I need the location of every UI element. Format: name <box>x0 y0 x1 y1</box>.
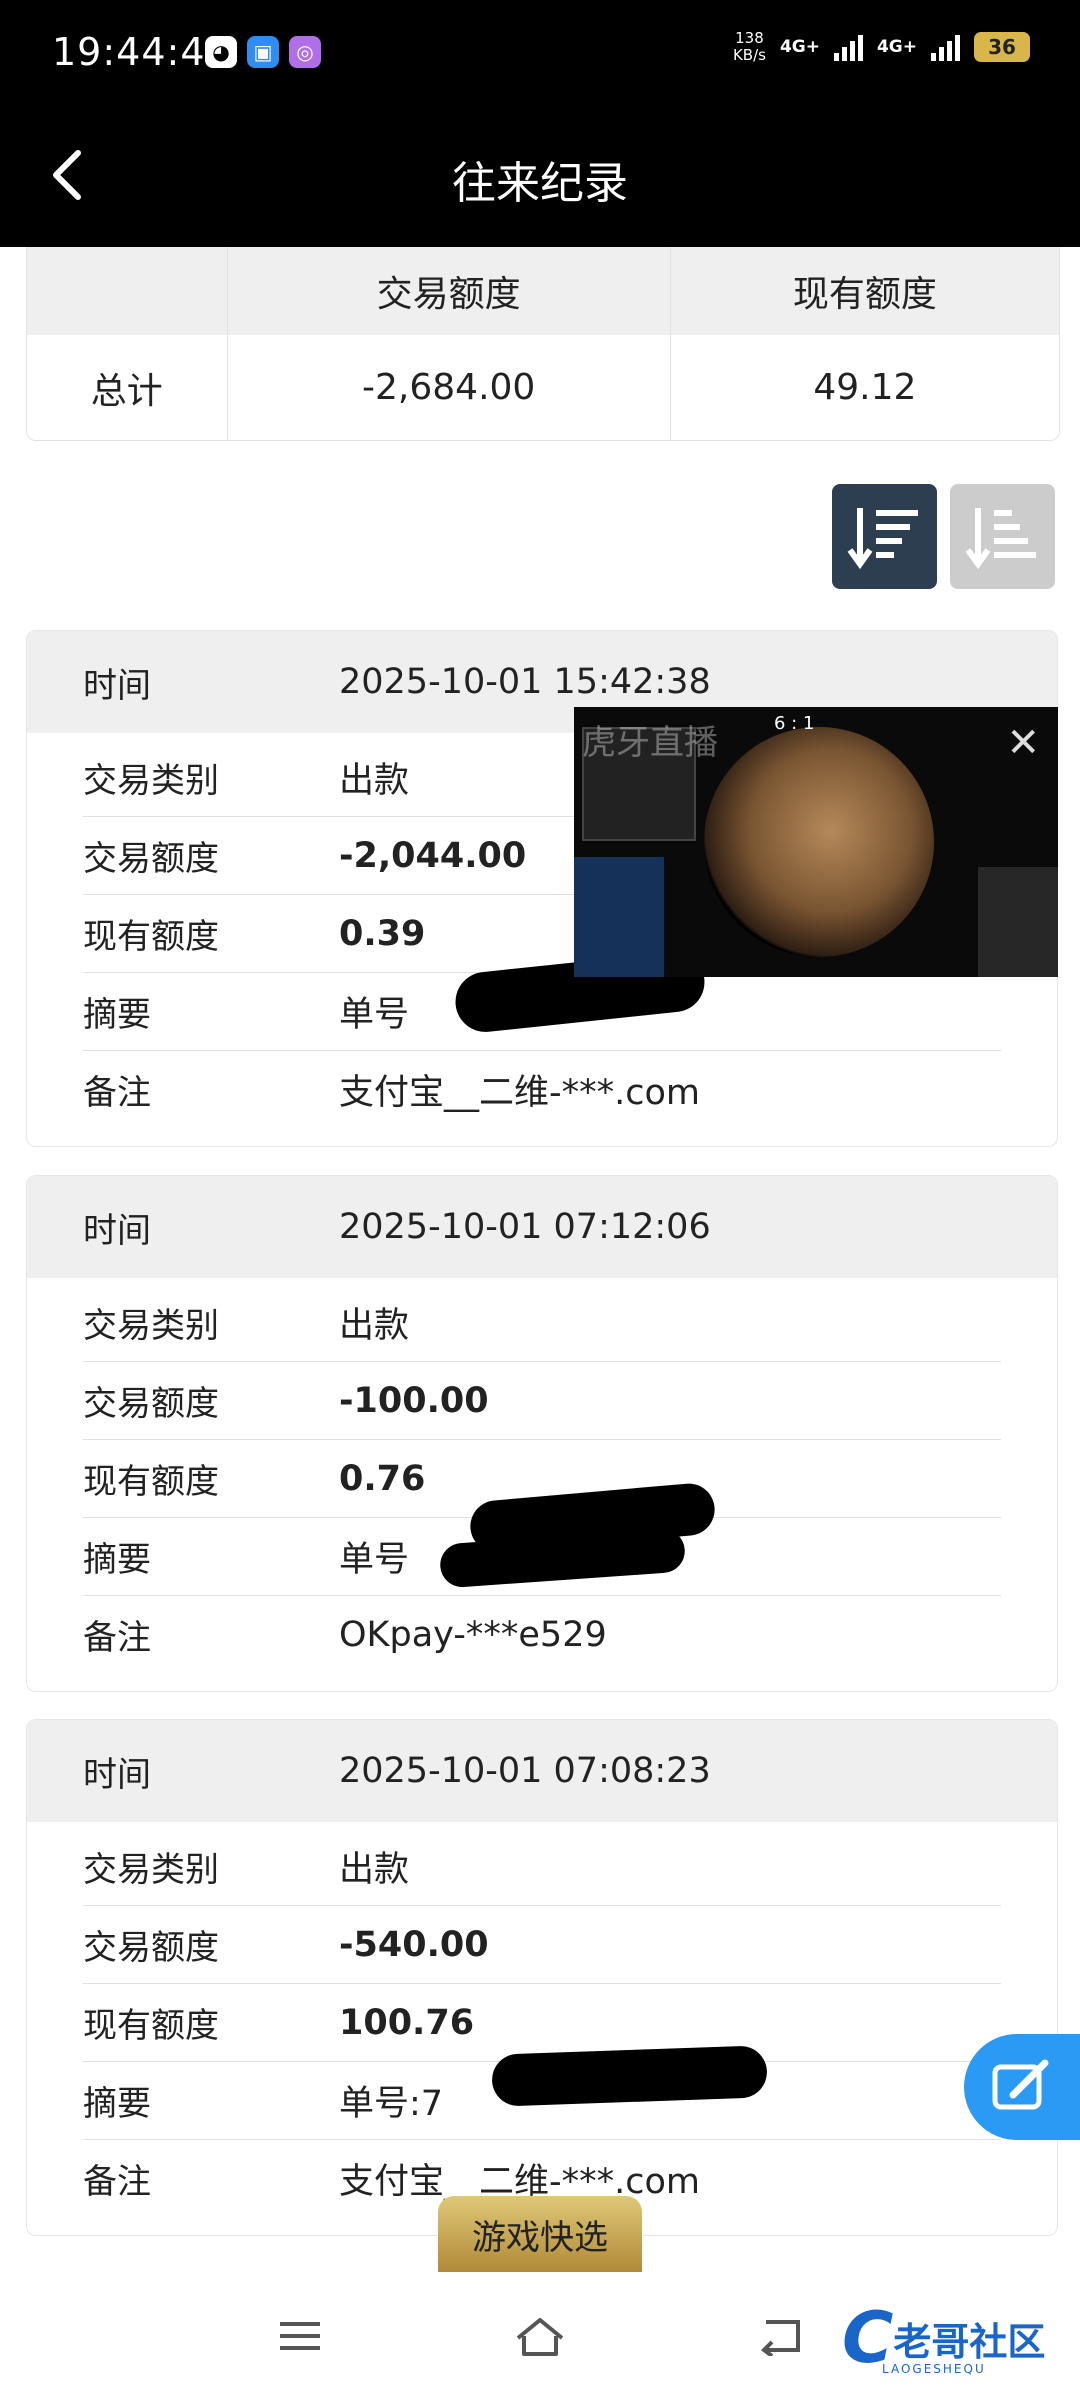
record-amount: -100.00 <box>339 1380 489 1421</box>
summary-total-balance: 49.12 <box>813 367 917 408</box>
summary-header-row: 交易额度 现有额度 <box>27 247 1059 335</box>
record-type-row: 交易类别 出款 <box>83 1828 1001 1906</box>
record-card: 时间 2025-10-01 07:08:23 交易类别 出款 交易额度 -540.0… <box>26 1719 1058 2236</box>
record-summary: 单号:7 <box>339 2084 444 2124</box>
label-note: 备注 <box>83 1618 151 1658</box>
label-amount: 交易额度 <box>83 839 219 879</box>
edit-floating-button[interactable] <box>964 2034 1080 2140</box>
label-type: 交易类别 <box>83 1306 219 1346</box>
back-nav-icon[interactable] <box>750 2310 810 2362</box>
record-note-row: 备注 OKpay-***e529 <box>83 1596 1001 1673</box>
sort-ascending-icon <box>965 507 1036 569</box>
record-note: 支付宝__二维-***.com <box>339 1073 701 1113</box>
edit-icon <box>992 2059 1049 2110</box>
app-notification-icon: ▣ <box>247 36 279 68</box>
summary-total-label: 总计 <box>27 335 228 440</box>
summary-header-empty <box>27 247 228 335</box>
record-amount-row: 交易额度 -540.00 <box>83 1906 1001 1984</box>
record-type: 出款 <box>339 1850 410 1890</box>
record-time-row: 时间 2025-10-01 07:08:23 <box>27 1720 1057 1822</box>
label-type: 交易类别 <box>83 761 219 801</box>
video-score: 6 : 1 <box>774 713 815 734</box>
record-summary: 单号 <box>339 995 410 1035</box>
label-time: 时间 <box>83 1210 151 1251</box>
record-card: 时间 2025-10-01 07:12:06 交易类别 出款 交易额度 -100.0… <box>26 1175 1058 1692</box>
record-amount-row: 交易额度 -100.00 <box>83 1362 1001 1440</box>
record-type: 出款 <box>339 1306 410 1346</box>
video-watermark: 虎牙直播 <box>582 723 718 763</box>
battery-icon: 36 <box>974 32 1030 62</box>
page-title: 往来纪录 <box>452 158 628 209</box>
label-time: 时间 <box>83 1754 151 1795</box>
network-type-1: 4G+ <box>779 37 820 57</box>
status-bar: 19:44:49 ◕ ▣ ◎ 138 KB/s 4G+ 4G+ 36 <box>0 0 1080 105</box>
close-icon[interactable]: ✕ <box>1006 723 1040 763</box>
video-hud-right <box>978 867 1058 977</box>
record-amount: -2,044.00 <box>339 835 527 876</box>
label-note: 备注 <box>83 1073 151 1113</box>
record-balance: 100.76 <box>339 2002 475 2043</box>
logo-sub: LAOGESHEQU <box>882 2362 986 2376</box>
redaction-mark <box>491 2045 768 2107</box>
status-indicators: 138 KB/s 4G+ 4G+ 36 <box>733 30 1030 64</box>
video-hud-left <box>574 857 664 977</box>
record-time: 2025-10-01 15:42:38 <box>339 662 711 702</box>
status-time: 19:44:49 <box>52 30 231 74</box>
sort-descending-icon <box>847 507 918 569</box>
label-amount: 交易额度 <box>83 1928 219 1968</box>
record-amount: -540.00 <box>339 1924 489 1965</box>
signal-icon <box>833 33 863 61</box>
record-balance-row: 现有额度 100.76 <box>83 1984 1001 2062</box>
label-summary: 摘要 <box>83 2084 151 2124</box>
network-type-2: 4G+ <box>876 37 917 57</box>
record-time: 2025-10-01 07:12:06 <box>339 1207 711 1247</box>
signal-icon-2 <box>931 33 960 61</box>
network-speed: 138 KB/s <box>733 30 766 64</box>
notification-icons: ◕ ▣ ◎ <box>205 36 321 68</box>
sort-descending-button[interactable] <box>832 484 937 589</box>
floating-video-player[interactable]: 6 : 1 虎牙直播 ✕ <box>574 707 1058 977</box>
label-balance: 现有额度 <box>83 917 219 957</box>
app-header: 往来纪录 <box>0 105 1080 247</box>
record-time: 2025-10-01 07:08:23 <box>339 1751 711 1791</box>
home-icon[interactable] <box>510 2310 570 2362</box>
record-time-row: 时间 2025-10-01 07:12:06 <box>27 1176 1057 1278</box>
site-logo: C 老哥社区 LAOGESHEQU <box>842 2300 1045 2376</box>
record-balance: 0.39 <box>339 913 426 954</box>
qq-icon: ◕ <box>205 36 237 68</box>
label-summary: 摘要 <box>83 1540 151 1580</box>
label-time: 时间 <box>83 665 151 706</box>
speed-unit: KB/s <box>732 46 766 64</box>
label-amount: 交易额度 <box>83 1384 219 1424</box>
label-note: 备注 <box>83 2162 151 2202</box>
record-balance: 0.76 <box>339 1458 426 1499</box>
summary-col-balance: 现有额度 <box>792 274 937 315</box>
label-balance: 现有额度 <box>83 1462 219 1502</box>
record-summary: 单号 <box>339 1540 410 1580</box>
record-type: 出款 <box>339 761 410 801</box>
summary-total-amount: -2,684.00 <box>228 335 671 440</box>
game-quick-select-tab[interactable]: 游戏快选 <box>438 2196 642 2272</box>
record-type-row: 交易类别 出款 <box>83 1284 1001 1362</box>
label-type: 交易类别 <box>83 1850 219 1890</box>
logo-name: 老哥社区 <box>893 2319 1046 2364</box>
sort-ascending-button[interactable] <box>950 484 1055 589</box>
speed-value: 138 <box>735 29 764 47</box>
summary-total-row: 总计 -2,684.00 49.12 <box>27 335 1059 440</box>
record-note-row: 备注 支付宝__二维-***.com <box>83 1051 1001 1128</box>
summary-col-amount: 交易额度 <box>228 247 671 335</box>
video-scope-view <box>704 727 934 957</box>
summary-table: 交易额度 现有额度 总计 -2,684.00 49.12 <box>26 247 1060 441</box>
menu-icon[interactable] <box>270 2310 330 2362</box>
label-summary: 摘要 <box>83 995 151 1035</box>
label-balance: 现有额度 <box>83 2006 219 2046</box>
record-note: OKpay-***e529 <box>339 1614 607 1655</box>
app-notification-icon-2: ◎ <box>289 36 321 68</box>
